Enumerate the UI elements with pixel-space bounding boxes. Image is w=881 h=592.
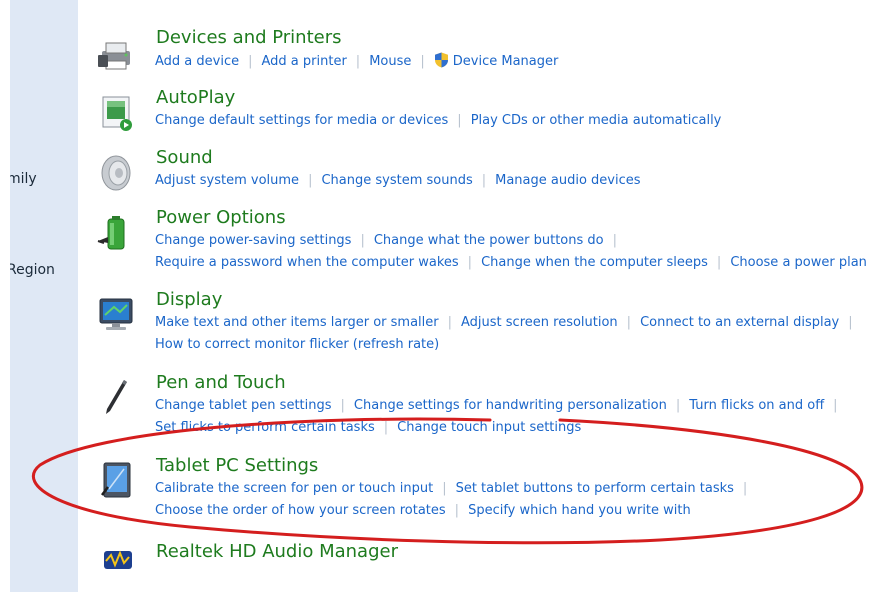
- mouse-link[interactable]: Mouse: [369, 54, 411, 69]
- pen-and-touch-title[interactable]: Pen and Touch: [156, 372, 286, 394]
- separator: |: [454, 503, 460, 518]
- separator: |: [481, 173, 487, 188]
- make-text-larger-link[interactable]: Make text and other items larger or smal…: [155, 315, 439, 330]
- add-a-device-link[interactable]: Add a device: [155, 54, 239, 69]
- separator: |: [308, 173, 313, 188]
- autoplay-title[interactable]: AutoPlay: [156, 87, 235, 109]
- uac-shield-icon: [434, 52, 449, 74]
- change-tablet-pen-settings-link[interactable]: Change tablet pen settings: [155, 398, 332, 413]
- power-link-row-2: Require a password when the computer wak…: [155, 254, 867, 272]
- separator: |: [360, 233, 365, 248]
- pen-link-row-1: Change tablet pen settings | Change settin…: [155, 397, 847, 415]
- devices-link-row: Add a device | Add a printer | Mouse | Device …: [155, 52, 558, 74]
- change-default-settings-link[interactable]: Change default settings for media or dev…: [155, 113, 448, 128]
- change-power-saving-settings-link[interactable]: Change power-saving settings: [155, 233, 351, 248]
- device-manager-link[interactable]: Device Manager: [453, 54, 559, 69]
- window-edge: [0, 0, 10, 592]
- sidebar-item-family[interactable]: mily: [10, 171, 37, 187]
- separator: |: [848, 315, 853, 330]
- realtek-hd-audio-manager-title[interactable]: Realtek HD Audio Manager: [156, 541, 398, 563]
- separator: |: [248, 54, 253, 69]
- separator: |: [742, 481, 748, 496]
- separator: |: [612, 233, 617, 248]
- tablet-link-row-1: Calibrate the screen for pen or touch in…: [155, 480, 756, 498]
- realtek-audio-icon[interactable]: [96, 545, 136, 585]
- separator: |: [340, 398, 345, 413]
- separator: |: [675, 398, 681, 413]
- require-password-on-wake-link[interactable]: Require a password when the computer wak…: [155, 255, 459, 270]
- tablet-icon[interactable]: [96, 461, 136, 501]
- adjust-screen-resolution-link[interactable]: Adjust screen resolution: [461, 315, 618, 330]
- turn-flicks-on-off-link[interactable]: Turn flicks on and off: [689, 398, 824, 413]
- monitor-flicker-link[interactable]: How to correct monitor flicker (refresh …: [155, 337, 439, 352]
- adjust-system-volume-link[interactable]: Adjust system volume: [155, 173, 299, 188]
- power-options-title[interactable]: Power Options: [156, 207, 286, 229]
- separator: |: [420, 54, 425, 69]
- change-computer-sleeps-link[interactable]: Change when the computer sleeps: [481, 255, 708, 270]
- screen-rotation-order-link[interactable]: Choose the order of how your screen rota…: [155, 503, 446, 518]
- set-flicks-link[interactable]: Set flicks to perform certain tasks: [155, 420, 375, 435]
- add-a-printer-link[interactable]: Add a printer: [262, 54, 347, 69]
- speaker-icon[interactable]: [96, 153, 136, 193]
- manage-audio-devices-link[interactable]: Manage audio devices: [495, 173, 640, 188]
- separator: |: [457, 113, 462, 128]
- printer-icon[interactable]: [96, 33, 136, 73]
- sidebar-item-region[interactable]: Region: [10, 262, 55, 278]
- devices-and-printers-title[interactable]: Devices and Printers: [156, 27, 342, 49]
- monitor-icon[interactable]: [96, 295, 136, 335]
- change-touch-input-settings-link[interactable]: Change touch input settings: [397, 420, 581, 435]
- connect-external-display-link[interactable]: Connect to an external display: [640, 315, 839, 330]
- handwriting-personalization-link[interactable]: Change settings for handwriting personal…: [354, 398, 667, 413]
- change-system-sounds-link[interactable]: Change system sounds: [321, 173, 472, 188]
- change-power-buttons-link[interactable]: Change what the power buttons do: [374, 233, 604, 248]
- choose-power-plan-link[interactable]: Choose a power plan: [730, 255, 867, 270]
- separator: |: [626, 315, 632, 330]
- set-tablet-buttons-link[interactable]: Set tablet buttons to perform certain ta…: [456, 481, 734, 496]
- tablet-pc-settings-title[interactable]: Tablet PC Settings: [156, 455, 318, 477]
- separator: |: [447, 315, 453, 330]
- sound-title[interactable]: Sound: [156, 147, 213, 169]
- calibrate-screen-link[interactable]: Calibrate the screen for pen or touch in…: [155, 481, 433, 496]
- sound-link-row: Adjust system volume | Change system sound…: [155, 172, 641, 190]
- tablet-link-row-2: Choose the order of how your screen rota…: [155, 502, 691, 520]
- battery-icon[interactable]: [96, 213, 136, 253]
- autoplay-icon[interactable]: [96, 93, 136, 133]
- sidebar-item-partial-1[interactable]: l: [10, 114, 11, 130]
- power-link-row-1: Change power-saving settings | Change what…: [155, 232, 626, 250]
- left-navigation-pane: l mily Region: [10, 0, 78, 592]
- writing-hand-link[interactable]: Specify which hand you write with: [468, 503, 691, 518]
- separator: |: [833, 398, 838, 413]
- separator: |: [716, 255, 722, 270]
- pen-link-row-2: Set flicks to perform certain tasks | Chan…: [155, 419, 581, 437]
- pen-icon[interactable]: [96, 378, 136, 418]
- display-link-row-1: Make text and other items larger or smal…: [155, 314, 862, 332]
- autoplay-link-row: Change default settings for media or dev…: [155, 112, 721, 130]
- separator: |: [442, 481, 447, 496]
- display-title[interactable]: Display: [156, 289, 222, 311]
- separator: |: [383, 420, 389, 435]
- separator: |: [355, 54, 361, 69]
- play-cds-link[interactable]: Play CDs or other media automatically: [471, 113, 722, 128]
- separator: |: [467, 255, 473, 270]
- display-link-row-2: How to correct monitor flicker (refresh …: [155, 336, 439, 354]
